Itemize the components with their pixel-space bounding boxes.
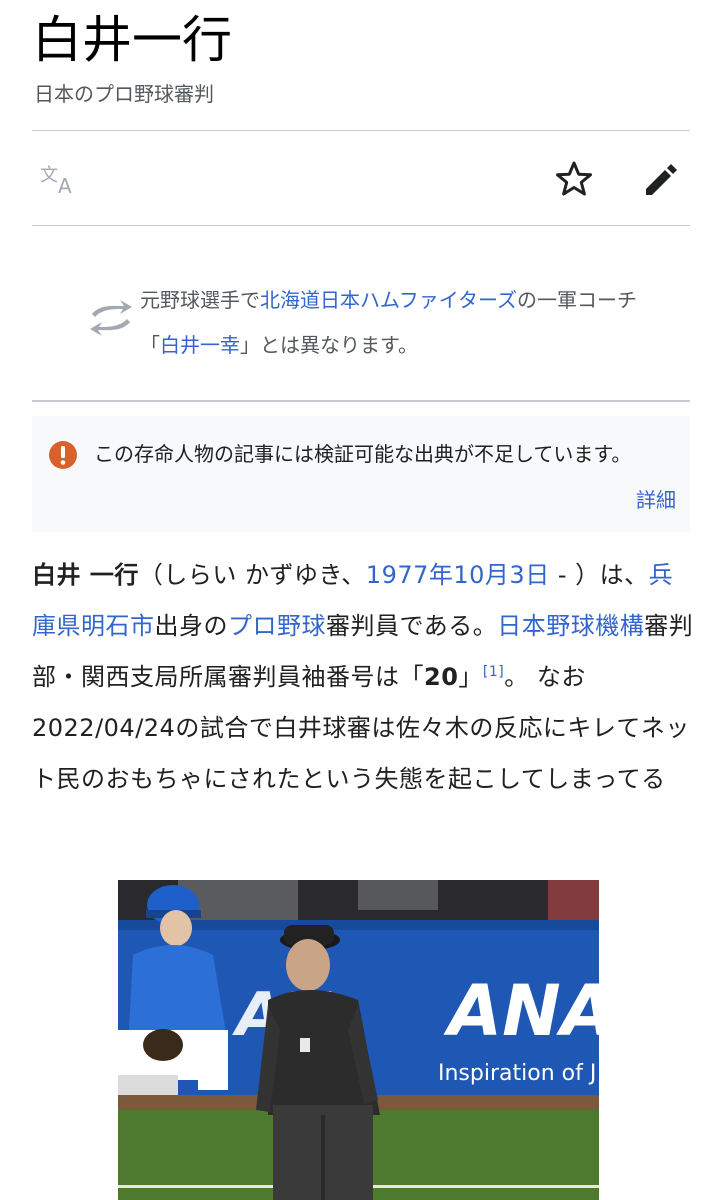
link-nippon-ham-fighters[interactable]: 北海道日本ハムファイターズ [260,288,517,312]
link-npb[interactable]: 日本野球機構 [497,612,644,640]
page-actions-toolbar: 文 A [32,131,690,225]
star-icon[interactable] [554,159,594,199]
notice-text: この存命人物の記事には検証可能な出典が不足しています。 [94,442,632,466]
swap-icon [90,300,132,336]
page-subtitle: 日本のプロ野球審判 [34,82,214,106]
banner-text: ANA [443,970,599,1052]
svg-text:文: 文 [40,165,58,186]
hatnote-text: 元野球選手で北海道日本ハムファイターズの一軍コーチ「白井一幸」とは異なります。 [140,288,637,357]
notice-details-link[interactable]: 詳細 [636,478,676,522]
subject-name: 白井 一行 [32,561,139,589]
divider [32,400,690,402]
svg-text:A: A [58,174,72,195]
link-birth-date[interactable]: 1977年10月3日 [366,561,550,589]
pencil-icon[interactable] [642,159,682,199]
link-shirai-kazuyuki[interactable]: 白井一幸 [160,333,240,357]
umpire-photo[interactable]: ANA Inspiration of J AN [118,880,599,1200]
translate-icon[interactable]: 文 A [40,165,80,195]
page-title: 白井一行 [32,11,232,69]
banner-subtext: Inspiration of J [438,1061,596,1086]
lead-paragraph: 白井 一行（しらい かずゆき、1977年10月3日 - ）は、兵庫県明石市出身の… [32,561,694,793]
exclamation-icon [49,441,77,469]
reference-link[interactable]: [1] [483,664,504,680]
link-pro-baseball[interactable]: プロ野球 [228,612,326,640]
citation-needed-notice[interactable]: この存命人物の記事には検証可能な出典が不足しています。 詳細 [32,416,690,532]
uniform-number: 20 [424,663,459,691]
divider [32,225,690,226]
